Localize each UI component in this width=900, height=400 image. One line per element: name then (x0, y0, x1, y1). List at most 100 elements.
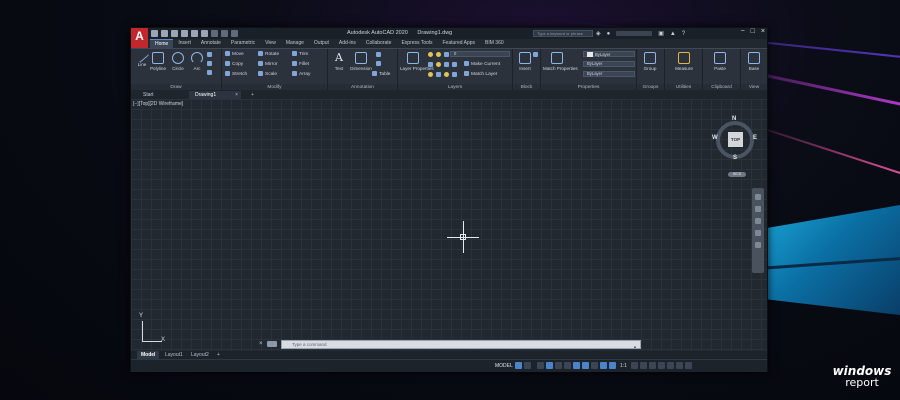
arc-button[interactable]: Arc (188, 52, 206, 72)
file-tab-start[interactable]: Start (137, 91, 187, 99)
tab-view[interactable]: View (260, 39, 281, 48)
binoculars-icon[interactable]: ◈ (596, 30, 601, 37)
copy-button[interactable]: Copy (225, 61, 243, 68)
on-icon[interactable] (444, 72, 449, 77)
lineweight-icon[interactable] (582, 362, 589, 369)
user-icon[interactable]: ● (607, 31, 611, 37)
layer-properties-button[interactable]: Layer Properties (400, 52, 434, 72)
ortho-icon[interactable] (537, 362, 544, 369)
wcs-menu-button[interactable]: WCS (728, 172, 746, 177)
lock-icon[interactable] (444, 52, 449, 57)
polyline-button[interactable]: Polyline (149, 52, 167, 72)
markup-button[interactable] (376, 61, 383, 68)
text-button[interactable]: A Text (330, 52, 348, 72)
viewcube[interactable]: TOP N S E W (712, 116, 758, 163)
command-history-arrow-icon[interactable]: ▲ (633, 343, 637, 350)
stretch-button[interactable]: Stretch (225, 71, 247, 78)
graphics-performance-icon[interactable] (666, 362, 674, 369)
tab-home[interactable]: Home (150, 39, 174, 48)
match-properties-button[interactable]: Match Properties (543, 52, 578, 72)
layer-walk-icon[interactable] (452, 62, 457, 67)
tab-bim-360[interactable]: BIM 360 (480, 39, 509, 48)
tab-express-tools[interactable]: Express Tools (396, 39, 437, 48)
leader-button[interactable] (376, 52, 383, 59)
orbit-icon[interactable] (755, 230, 761, 236)
rectangle-button[interactable] (207, 52, 214, 59)
application-menu-button[interactable]: A (131, 28, 148, 48)
off-icon[interactable] (444, 62, 449, 67)
annotation-scale[interactable]: 1:1 (620, 363, 627, 369)
clean-screen-icon[interactable] (675, 362, 683, 369)
layout-tab-model[interactable]: Model (137, 351, 160, 359)
tab-collaborate[interactable]: Collaborate (361, 39, 397, 48)
cart-icon[interactable]: ▣ (658, 30, 664, 37)
customize-wrench-icon[interactable] (267, 341, 277, 347)
thaw-icon[interactable] (436, 72, 441, 77)
polar-tracking-icon[interactable] (546, 362, 553, 369)
command-input[interactable]: Type a command ▲ (281, 339, 641, 350)
customization-menu-icon[interactable] (684, 362, 692, 369)
lock-all-icon[interactable] (452, 72, 457, 77)
tab-parametric[interactable]: Parametric (226, 39, 260, 48)
object-snap-icon[interactable] (573, 362, 580, 369)
paste-button[interactable]: Paste (711, 52, 729, 72)
linetype-dropdown[interactable]: ByLayer (583, 71, 635, 77)
redo-icon[interactable] (221, 30, 228, 37)
close-tab-icon[interactable]: × (235, 91, 238, 99)
sun-icon[interactable] (436, 52, 441, 57)
plot-icon[interactable] (201, 30, 208, 37)
array-button[interactable]: Array (292, 71, 310, 78)
circle-button[interactable]: Circle (169, 52, 187, 72)
annotation-monitor-icon[interactable] (639, 362, 647, 369)
hatch-button[interactable] (207, 61, 214, 68)
light-bulb-icon[interactable] (428, 52, 433, 57)
isolate-objects-icon[interactable] (657, 362, 665, 369)
save-as-icon[interactable] (181, 30, 188, 37)
user-account-field[interactable] (616, 31, 653, 36)
measure-button[interactable]: Measure (673, 52, 695, 72)
base-view-button[interactable]: Base (745, 52, 763, 72)
grid-icon[interactable] (515, 362, 522, 369)
move-button[interactable]: Move (225, 51, 244, 58)
help-icon[interactable]: ? (682, 31, 685, 37)
tab-annotate[interactable]: Annotate (196, 39, 226, 48)
new-tab-button[interactable]: + (245, 91, 260, 99)
dimension-button[interactable]: Dimension (348, 52, 374, 72)
make-current-button[interactable]: Make Current (464, 61, 500, 68)
match-layer-button[interactable]: Match Layer (464, 71, 497, 78)
unisolate-icon[interactable] (428, 72, 433, 77)
snap-icon[interactable] (524, 362, 531, 369)
file-tab-drawing1[interactable]: Drawing1 × (189, 91, 241, 99)
annotation-visibility-icon[interactable] (600, 362, 607, 369)
table-button[interactable]: Table (372, 71, 390, 78)
customize-toolbar-icon[interactable] (231, 30, 238, 37)
freeze-icon[interactable] (436, 62, 441, 67)
isolate-icon[interactable] (428, 62, 433, 67)
trim-button[interactable]: Trim (292, 51, 308, 58)
scale-button[interactable]: Scale (258, 71, 277, 78)
tab-manage[interactable]: Manage (281, 39, 309, 48)
zoom-extents-icon[interactable] (755, 218, 761, 224)
mirror-button[interactable]: Mirror (258, 61, 278, 68)
tab-add-ins[interactable]: Add-ins (334, 39, 361, 48)
viewport-controls-label[interactable]: [−][Top][2D Wireframe] (133, 101, 183, 107)
viewcube-top-face[interactable]: TOP (728, 132, 743, 147)
layout-tab-layout2[interactable]: Layout2 (187, 351, 213, 359)
units-icon[interactable] (648, 362, 656, 369)
compass-south[interactable]: S (733, 155, 737, 161)
object-snap-tracking-icon[interactable] (564, 362, 571, 369)
transparency-icon[interactable] (591, 362, 598, 369)
tab-featured-apps[interactable]: Featured Apps (438, 39, 481, 48)
share-icon[interactable] (191, 30, 198, 37)
new-layout-button[interactable]: + (213, 351, 224, 359)
insert-block-button[interactable]: Insert (515, 52, 535, 72)
layer-dropdown[interactable]: 0 (450, 51, 510, 57)
tab-output[interactable]: Output (309, 39, 334, 48)
lineweight-dropdown[interactable]: ByLayer (583, 61, 635, 67)
layout-tab-layout1[interactable]: Layout1 (161, 351, 187, 359)
minimize-button[interactable]: − (741, 28, 745, 35)
autoscale-icon[interactable] (609, 362, 616, 369)
showmotion-icon[interactable] (755, 242, 761, 248)
model-space-toggle[interactable]: MODEL (495, 363, 513, 369)
save-icon[interactable] (171, 30, 178, 37)
